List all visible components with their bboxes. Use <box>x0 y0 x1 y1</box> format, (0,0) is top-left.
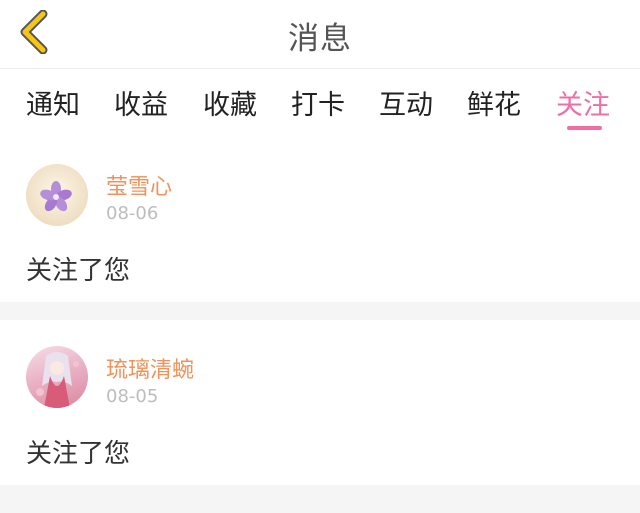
tab-checkin[interactable]: 打卡 <box>291 83 345 122</box>
divider <box>0 485 640 513</box>
list-item[interactable]: 莹雪心 08-06 关注了您 <box>0 140 640 302</box>
divider <box>0 302 640 320</box>
timestamp: 08-06 <box>106 203 159 224</box>
message-text: 关注了您 <box>26 256 131 286</box>
tab-flowers[interactable]: 鲜花 <box>467 83 521 122</box>
tab-follows[interactable]: 关注 <box>556 83 610 122</box>
tab-earnings[interactable]: 收益 <box>114 83 168 122</box>
top-bar: 消息 <box>0 0 640 69</box>
active-tab-indicator <box>567 126 602 130</box>
avatar[interactable] <box>26 346 88 408</box>
message-text: 关注了您 <box>26 439 131 469</box>
username[interactable]: 莹雪心 <box>106 169 172 201</box>
list-item[interactable]: 琉璃清蜿 08-05 关注了您 <box>0 320 640 485</box>
username[interactable]: 琉璃清蜿 <box>106 352 194 384</box>
timestamp: 08-05 <box>106 386 159 407</box>
tab-notifications[interactable]: 通知 <box>26 83 80 122</box>
page-title: 消息 <box>288 21 352 57</box>
anime-character-icon <box>36 352 79 408</box>
tab-favorites[interactable]: 收藏 <box>203 83 257 122</box>
tab-interactions[interactable]: 互动 <box>379 83 433 122</box>
tab-bar: 通知 收益 收藏 打卡 互动 鲜花 关注 <box>0 69 640 139</box>
flower-icon <box>40 181 72 212</box>
avatar[interactable] <box>26 164 88 226</box>
